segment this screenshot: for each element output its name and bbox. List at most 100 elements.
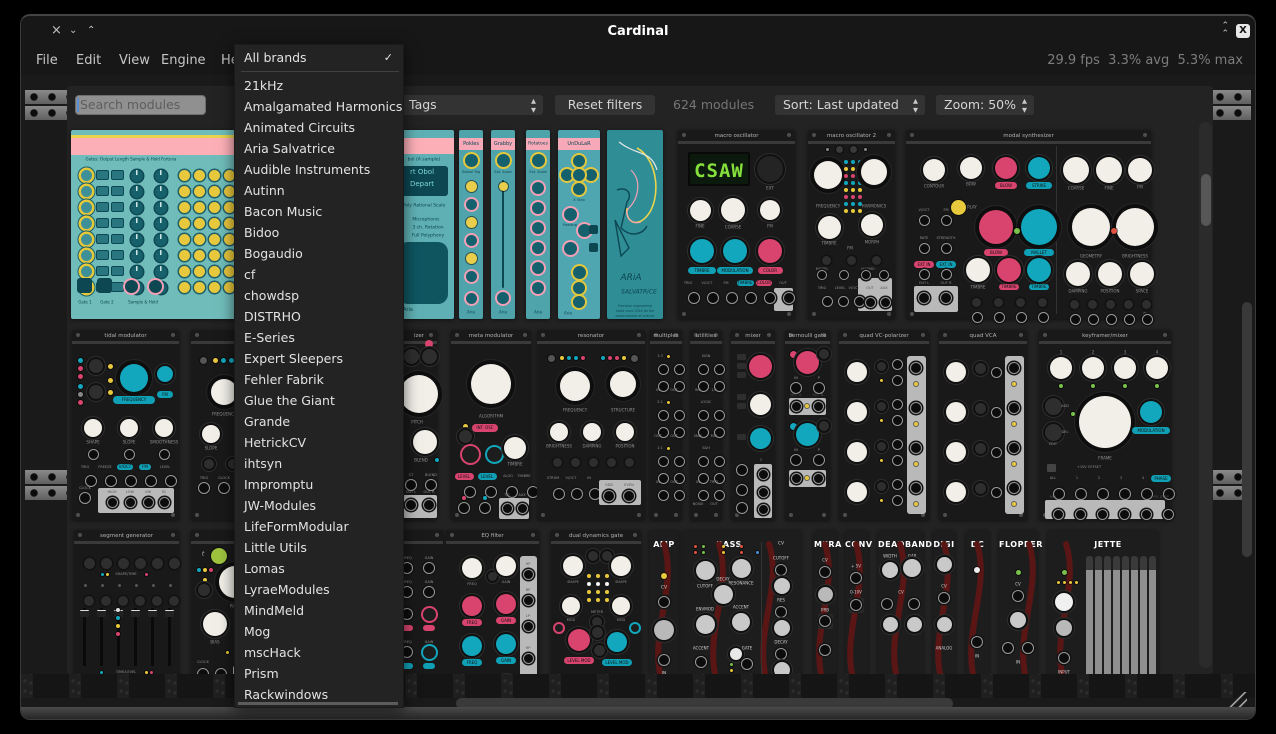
cardinal-window: × ⌄ ⌃ Cardinal ⌃⌃ X 29.9 fps 3.3% avg 5.… (20, 14, 1256, 720)
brand-menu-item[interactable]: Audible Instruments (235, 159, 403, 180)
module-card[interactable]: CONV+ 5V0-10V0-10V (845, 530, 868, 674)
module-card[interactable]: BASSCUTOFFRESONANCEDECAYENVMODACCENTACCE… (683, 530, 801, 674)
panel-label: BRIGHTNESS (1122, 254, 1148, 259)
brand-menu-item[interactable]: Mog (235, 621, 403, 642)
module-card[interactable]: DEADBANDWIDTHGAPCV (878, 530, 923, 674)
brand-menu-item[interactable]: cf (235, 264, 403, 285)
screw (812, 312, 816, 316)
module-card[interactable]: macro oscillatorCSAWEXTFINECOARSEFMTIMBR… (678, 130, 795, 319)
module-card[interactable]: tidal modulatorFREQUENCYFMSHAPESLOPESMOO… (72, 330, 179, 520)
module-card[interactable]: utilitiesSIGNINV1/xLOGICMAXMINS&HINTRIGN… (690, 330, 722, 520)
module-card[interactable]: mixer1 (731, 330, 775, 520)
collapse-icon[interactable]: ⌃⌃ (1221, 22, 1229, 38)
panel-rect (737, 363, 746, 369)
brand-menu-item[interactable]: Bogaudio (235, 243, 403, 264)
brand-menu-item[interactable]: LifeFormModular (235, 516, 403, 537)
brand-menu-item[interactable]: Lomas (235, 558, 403, 579)
knob (847, 442, 867, 462)
brand-menu-item[interactable]: HetrickCV (235, 432, 403, 453)
brand-menu-item[interactable]: Grande (235, 411, 403, 432)
menubar-item-edit[interactable]: Edit (76, 53, 101, 68)
module-card[interactable]: ARiASALVATRiCEPrecision engineeringvoids… (607, 130, 663, 319)
menubar-item-engine[interactable]: Engine (161, 53, 206, 68)
brand-menu-item[interactable]: Autinn (235, 180, 403, 201)
module-card[interactable]: multiples1:3INOUT2:1OUTOUT1:1INOUT (650, 330, 682, 520)
knob (750, 394, 771, 415)
panel-label: DAMPING (1069, 289, 1088, 294)
panel-label: CV (822, 558, 828, 563)
module-card[interactable]: keyframer/mixer1234ADDFRAMEMODULATIONDEL… (1039, 330, 1171, 520)
brand-menu-item[interactable]: Aria Salvatrice (235, 138, 403, 159)
module-card[interactable]: AMPCVIN (649, 530, 679, 674)
led (108, 364, 113, 369)
brand-menu-item[interactable]: Impromptu (235, 474, 403, 495)
led (567, 356, 571, 360)
module-card[interactable]: JETTEINPUT (1048, 530, 1158, 674)
led (622, 356, 626, 360)
panel-label: S&H (702, 446, 710, 450)
brand-menu-item[interactable]: Prism (235, 663, 403, 684)
brand-menu-item-all[interactable]: All brands ✓ (235, 47, 403, 68)
decor (446, 541, 539, 544)
knob (487, 447, 502, 462)
titlebar[interactable]: × ⌄ ⌃ Cardinal ⌃⌃ X (21, 16, 1255, 46)
rack-rail (25, 470, 67, 484)
brand-menu-item[interactable]: JW-Modules (235, 495, 403, 516)
brand-menu-item[interactable]: 21kHz (235, 75, 403, 96)
badge: TIMBRE (999, 284, 1019, 290)
module-card[interactable]: macro oscillator 2FREQUENCYHARMONICSTIMB… (808, 130, 895, 319)
module-card[interactable]: dual dynamics gateSHAPESHAPEMODMODMETERL… (551, 530, 641, 674)
brand-menu-item[interactable]: E-Series (235, 327, 403, 348)
panel-rect (502, 180, 504, 288)
brand-menu-item[interactable]: chowdsp (235, 285, 403, 306)
module-card[interactable]: modal synthesizerCONTOURBOWBLOWSTRIKEPLA… (906, 130, 1151, 319)
module-card[interactable]: PoklesGlobal TrigAria (459, 130, 483, 319)
brand-menu-item[interactable]: Fehler Fabrik (235, 369, 403, 390)
brand-menu-item[interactable]: Amalgamated Harmonics (235, 96, 403, 117)
rack-vertical-scrollbar[interactable] (1242, 302, 1252, 557)
menubar-item-view[interactable]: View (119, 53, 150, 68)
knob (404, 349, 419, 364)
module-card[interactable]: quad VCA (939, 330, 1027, 520)
port (892, 359, 903, 370)
knob (749, 355, 772, 378)
panel-label: INV (695, 388, 701, 392)
module-card[interactable]: EQ filterFREQGAINFREQGAINFREQGAINHPBPLPH… (446, 530, 539, 674)
brand-menu-item[interactable]: Expert Sleepers (235, 348, 403, 369)
panel-label: V/OCT (919, 208, 930, 212)
menubar-item-file[interactable]: File (36, 53, 58, 68)
panel-label: voids since 2016 for the (616, 309, 654, 313)
module-card[interactable]: DCIN (966, 530, 989, 674)
browser-scrollbar-thumb[interactable] (1201, 174, 1211, 226)
brand-menu-item[interactable]: MindMeld (235, 600, 403, 621)
brand-menu-item[interactable]: mscHack (235, 642, 403, 663)
brand-menu-item[interactable]: ihtsyn (235, 453, 403, 474)
brand-menu-item[interactable]: LyraeModules (235, 579, 403, 600)
brand-menu-item[interactable]: Glue the Giant (235, 390, 403, 411)
module-card[interactable]: MERACVPRB (814, 530, 837, 674)
browser-scrollbar-track[interactable] (1199, 122, 1212, 668)
led (596, 590, 600, 594)
module-card[interactable]: resonatorFREQUENCYSTRUCTUREBRIGHTNESSDAM… (537, 330, 645, 520)
module-card[interactable]: meta modulatorALGORITHMINT. OSCTIMBRELEV… (451, 330, 531, 520)
brand-menu-item[interactable]: DISTRHO (235, 306, 403, 327)
brand-menu-item[interactable]: Bacon Music (235, 201, 403, 222)
port (819, 615, 831, 627)
module-card[interactable]: segment generatorSHAPE/TIMETIME/LEVELGAT… (74, 530, 179, 674)
module-card[interactable]: GrabbyExt. ScaleAria (491, 130, 515, 319)
module-card[interactable]: quad VC-polarizer (839, 330, 929, 520)
brand-menu-item[interactable]: Animated Circuits (235, 117, 403, 138)
module-card[interactable]: FLOPPERCVIN (999, 530, 1037, 674)
module-title: mixer (731, 333, 775, 339)
port (479, 502, 491, 514)
module-card[interactable]: bernoulli gateINPOUT AOUT BINP (785, 330, 830, 520)
port (1070, 314, 1081, 325)
panel-label: 2 (1092, 350, 1095, 355)
brand-menu-item[interactable]: Bidoo (235, 222, 403, 243)
module-card[interactable]: DIGICVANALOG (933, 530, 955, 674)
brand-menu-item[interactable]: Little Utils (235, 537, 403, 558)
rack-rail (1211, 90, 1251, 104)
module-card[interactable]: UnDuLaRX StepPaddingAria (558, 130, 600, 319)
knob (903, 559, 921, 577)
module-card[interactable]: RotatoesExt. ScaleAria (526, 130, 550, 319)
